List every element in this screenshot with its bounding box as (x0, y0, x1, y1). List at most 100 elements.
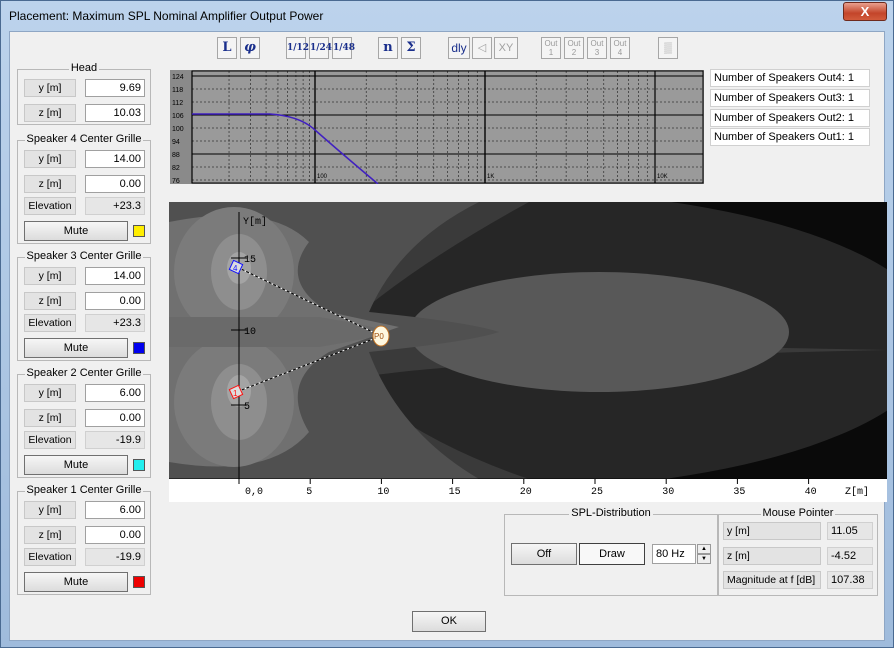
title-bar: Placement: Maximum SPL Nominal Amplifier… (1, 1, 893, 31)
frequency-down-icon[interactable]: ▼ (697, 554, 711, 564)
dialog-client: Head y [m] 9.69 z [m] 10.03 Speaker 4 Ce… (9, 31, 887, 641)
out2-button[interactable]: Out 2 (564, 37, 584, 59)
speaker-3-elevation-value: +23.3 (85, 314, 145, 332)
octave-24-button[interactable]: 1/24 (309, 37, 332, 59)
speaker-2-elevation-value: -19.9 (85, 431, 145, 449)
plot-y-tick-label: 10 (244, 327, 256, 338)
spl-frequency-input[interactable]: 80 Hz (652, 544, 696, 564)
dialog-window: Placement: Maximum SPL Nominal Amplifier… (0, 0, 894, 648)
listener-label: P0 (374, 332, 384, 341)
head-y-label: y [m] (24, 79, 76, 97)
freq-y-tick-label: 112 (172, 100, 183, 107)
freq-x-tick-label: 100 (317, 174, 328, 180)
speaker-1-y-input[interactable]: 6.00 (85, 501, 145, 519)
speaker-4-group: Speaker 4 Center Grille y [m] 14.00 z [m… (17, 133, 151, 244)
speaker-4-y-label: y [m] (24, 150, 76, 168)
speaker-1-mute-button[interactable]: Mute (24, 572, 128, 592)
plot-z-tick-label: 30 (662, 487, 674, 498)
ok-button[interactable]: OK (412, 611, 486, 632)
speaker-2-elevation-label: Elevation (24, 431, 76, 449)
speaker-4-z-label: z [m] (24, 175, 76, 193)
speaker-1-group: Speaker 1 Center Grille y [m] 6.00 z [m]… (17, 484, 151, 595)
frequency-up-icon[interactable]: ▲ (697, 544, 711, 554)
out4-button[interactable]: Out 4 (610, 37, 630, 59)
speaker-2-z-input[interactable]: 0.00 (85, 409, 145, 427)
spl-draw-button[interactable]: Draw (579, 543, 645, 565)
octave-12-button[interactable]: 1/12 (286, 37, 309, 59)
sum-mode-button[interactable]: Σ (401, 37, 421, 59)
speaker-count-out3: Number of Speakers Out3: 1 (710, 89, 870, 107)
speaker-4-mute-button[interactable]: Mute (24, 221, 128, 241)
mouse-y-label: y [m] (723, 522, 821, 540)
spl-distribution-group: SPL-Distribution Off Draw 80 Hz ▲ ▼ (504, 507, 718, 596)
speaker-4-title: Speaker 4 Center Grille (24, 133, 144, 145)
mouse-z-value: -4.52 (827, 547, 873, 565)
frequency-response-chart: 124 118 112 106 100 94 88 82 76 100 1K 10K (170, 70, 704, 184)
speaker-4-marker-label: 4 (233, 264, 238, 273)
spl-distribution-plot[interactable]: 15 10 5 0,0 5 10 15 20 25 30 35 40 Y[m] Z[m] 4 1 P… (169, 202, 887, 502)
mouse-pointer-group: Mouse Pointer y [m] 11.05 z [m] -4.52 Ma… (718, 507, 878, 596)
out3-button[interactable]: Out 3 (587, 37, 607, 59)
options-icon[interactable]: ▒ (658, 37, 678, 59)
n-mode-button[interactable]: n (378, 37, 398, 59)
speaker-4-elevation-label: Elevation (24, 197, 76, 215)
freq-x-tick-label: 10K (657, 174, 668, 180)
speaker-1-marker-label: 1 (233, 389, 238, 398)
head-y-input[interactable]: 9.69 (85, 79, 145, 97)
speaker-3-color-swatch (133, 342, 145, 354)
speaker-1-z-label: z [m] (24, 526, 76, 544)
delay-button[interactable]: dly (448, 37, 470, 59)
spl-distribution-title: SPL-Distribution (569, 507, 653, 519)
freq-x-tick-label: 1K (487, 174, 494, 180)
z-axis-label: Z[m] (845, 486, 869, 498)
plot-z-tick-label: 5 (306, 487, 312, 498)
speaker-3-title: Speaker 3 Center Grille (24, 250, 144, 262)
speaker-2-color-swatch (133, 459, 145, 471)
speaker-1-z-input[interactable]: 0.00 (85, 526, 145, 544)
out1-button[interactable]: Out 1 (541, 37, 561, 59)
speaker-4-y-input[interactable]: 14.00 (85, 150, 145, 168)
listener-marker[interactable]: P0 (372, 325, 390, 347)
freq-y-tick-label: 118 (172, 87, 183, 94)
speaker-3-y-label: y [m] (24, 267, 76, 285)
speaker-3-group: Speaker 3 Center Grille y [m] 14.00 z [m… (17, 250, 151, 361)
speaker-4-elevation-value: +23.3 (85, 197, 145, 215)
close-button[interactable]: X (843, 2, 887, 21)
freq-y-tick-label: 76 (172, 178, 180, 184)
plot-z-tick-label: 15 (449, 487, 461, 498)
mouse-z-label: z [m] (723, 547, 821, 565)
speaker-count-out4: Number of Speakers Out4: 1 (710, 69, 870, 87)
speaker-3-y-input[interactable]: 14.00 (85, 267, 145, 285)
magnitude-label: Magnitude at f [dB] (723, 571, 821, 589)
head-z-label: z [m] (24, 104, 76, 122)
freq-y-tick-label: 100 (172, 126, 184, 133)
y-axis-label: Y[m] (243, 216, 267, 228)
speaker-2-mute-button[interactable]: Mute (24, 455, 128, 475)
speaker-3-mute-button[interactable]: Mute (24, 338, 128, 358)
spl-off-button[interactable]: Off (511, 543, 577, 565)
magnitude-value: 107.38 (827, 571, 873, 589)
phase-mode-button[interactable]: φ (240, 37, 260, 59)
plot-z-tick-label: 35 (733, 487, 745, 498)
plot-z-tick-label: 0,0 (245, 487, 263, 498)
speaker-1-elevation-label: Elevation (24, 548, 76, 566)
octave-48-button[interactable]: 1/48 (332, 37, 355, 59)
speaker-3-elevation-label: Elevation (24, 314, 76, 332)
speaker-1-title: Speaker 1 Center Grille (24, 484, 144, 496)
freq-y-tick-label: 88 (172, 152, 180, 159)
head-group: Head y [m] 9.69 z [m] 10.03 (17, 62, 151, 125)
plot-y-tick-label: 15 (244, 255, 256, 266)
speaker-2-z-label: z [m] (24, 409, 76, 427)
level-mode-button[interactable]: L (217, 37, 237, 59)
speaker-count-out2: Number of Speakers Out2: 1 (710, 109, 870, 127)
speaker-3-z-input[interactable]: 0.00 (85, 292, 145, 310)
speaker-4-z-input[interactable]: 0.00 (85, 175, 145, 193)
speaker-4-color-swatch (133, 225, 145, 237)
speaker-2-y-input[interactable]: 6.00 (85, 384, 145, 402)
plot-z-tick-label: 20 (520, 487, 532, 498)
head-z-input[interactable]: 10.03 (85, 104, 145, 122)
speaker-1-color-swatch (133, 576, 145, 588)
xy-button[interactable]: XY (494, 37, 518, 59)
speaker-icon[interactable]: ◁ (472, 37, 492, 59)
plot-z-tick-label: 25 (591, 487, 603, 498)
